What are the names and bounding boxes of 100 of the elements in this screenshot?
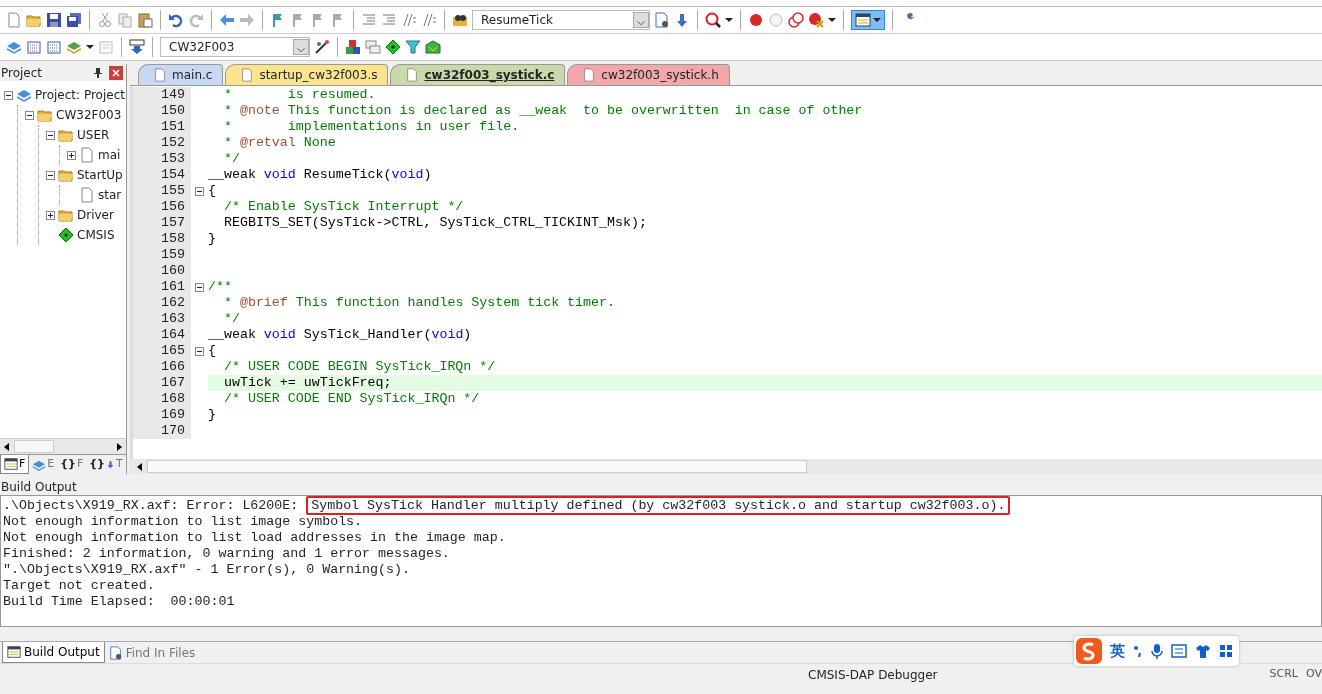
wand-icon[interactable]	[314, 39, 330, 55]
panel-tab[interactable]: E	[29, 455, 58, 474]
collapse-icon[interactable]	[4, 90, 13, 100]
code-line: REGBITS_SET(SysTick->CTRL, SysTick_CTRL_TICKINT_Msk);	[222, 215, 648, 231]
code-line: */	[222, 311, 241, 327]
panel-tab[interactable]: Find In Files	[104, 642, 200, 663]
line-number: 150	[133, 103, 191, 119]
output-line: Finished: 2 information, 0 warning and 1 error messages.	[3, 546, 451, 562]
file-tab[interactable]: startup_cw32f003.s	[225, 64, 389, 85]
code-line: {	[208, 183, 217, 199]
tree-item[interactable]: Project: Project	[35, 86, 125, 104]
line-number: 159	[133, 247, 191, 263]
keyboard-icon[interactable]	[1171, 644, 1187, 658]
code-line: /* Enable SysTick Interrupt */	[222, 199, 465, 215]
line-number: 152	[133, 135, 191, 151]
left-arrow-icon[interactable]	[219, 12, 235, 28]
collapse-icon[interactable]	[195, 282, 204, 292]
tree-item[interactable]: CW32F003	[56, 106, 122, 124]
panel-tab[interactable]: F	[0, 455, 30, 474]
diamond-icon	[58, 227, 74, 243]
disks-icon[interactable]	[66, 12, 82, 28]
line-number: 167	[133, 375, 191, 391]
line-number: 157	[133, 215, 191, 231]
funnel-icon[interactable]	[405, 39, 421, 55]
undo-icon[interactable]	[168, 12, 184, 28]
clipboard-icon[interactable]	[137, 12, 153, 28]
window-icon	[7, 645, 21, 659]
layers-icon[interactable]	[6, 39, 22, 55]
slashes-icon[interactable]	[401, 12, 417, 28]
line-number: 155	[133, 183, 191, 199]
window-icon	[4, 457, 18, 471]
window-layout-button[interactable]	[851, 10, 885, 30]
code-line: /* USER CODE BEGIN SysTick_IRQn */	[222, 359, 497, 375]
line-number: 154	[133, 167, 191, 183]
caret-icon	[873, 18, 881, 22]
circles-icon[interactable]	[788, 12, 804, 28]
code-line: * @brief This function handles System tick timer.	[222, 295, 616, 311]
panel-tab[interactable]: Build Output	[2, 642, 105, 663]
line-number: 163	[133, 311, 191, 327]
output-line: Not enough information to list load addresses in the image map.	[3, 530, 507, 546]
line-number: 164	[133, 327, 191, 343]
file-tab[interactable]: cw32f003_systick.c	[390, 64, 566, 85]
folder-icon	[37, 107, 53, 123]
package-icon[interactable]	[425, 39, 441, 55]
panel-title: Project	[1, 64, 44, 82]
line-number: 158	[133, 231, 191, 247]
collapse-icon[interactable]	[25, 110, 34, 120]
binoculars-icon[interactable]	[452, 12, 468, 28]
tree-item[interactable]: star	[98, 186, 122, 204]
line-number: 156	[133, 199, 191, 215]
cubes-icon[interactable]	[345, 39, 361, 55]
caret-icon[interactable]	[86, 45, 94, 49]
output-line: ".\Objects\X919_RX.axf" - 1 Error(s), 0 Warning(s).	[3, 562, 411, 578]
microphone-icon[interactable]	[1151, 643, 1163, 659]
collapse-icon[interactable]	[195, 186, 204, 196]
file-tab[interactable]: cw32f003_systick.h	[567, 64, 730, 85]
magnifier-icon[interactable]	[705, 12, 721, 28]
collapse-icon[interactable]	[46, 130, 55, 140]
line-number: 160	[133, 263, 191, 279]
collapse-icon[interactable]	[195, 346, 204, 356]
ime-mode[interactable]: 英	[1110, 639, 1125, 663]
output-line: Target not created.	[3, 578, 156, 594]
pin-icon[interactable]	[93, 67, 103, 78]
file-tab[interactable]: main.c	[138, 64, 224, 85]
load-icon[interactable]	[129, 39, 145, 55]
dot-cross-icon[interactable]	[808, 12, 824, 28]
close-icon[interactable]	[109, 65, 123, 80]
panel-tab[interactable]: {} T	[86, 455, 126, 474]
code-line: * @note This function is declared as __weak to be overwritten in case of other	[222, 103, 864, 119]
down-arrow-icon	[105, 460, 115, 469]
dot-icon[interactable]	[748, 12, 764, 28]
punctuation-icon[interactable]	[1133, 644, 1143, 658]
collapse-icon[interactable]	[46, 170, 55, 180]
tree-item[interactable]: Driver	[77, 206, 114, 224]
tree-item[interactable]: USER	[77, 126, 110, 144]
expand-icon[interactable]	[67, 150, 76, 160]
ime-logo-icon[interactable]	[1076, 638, 1102, 664]
code-line: * is resumed.	[222, 87, 377, 103]
caret-icon[interactable]	[725, 18, 733, 22]
down-arrow-icon[interactable]	[674, 12, 690, 28]
panel-tab[interactable]: {}F	[57, 455, 87, 474]
line-number: 169	[133, 407, 191, 423]
tree-item[interactable]: CMSIS	[77, 226, 115, 244]
caret-icon[interactable]	[828, 18, 836, 22]
find-combo[interactable]: ResumeTick	[472, 10, 650, 30]
line-number: 149	[133, 87, 191, 103]
diamond-icon[interactable]	[385, 39, 401, 55]
status-text: CMSIS-DAP Debugger	[808, 666, 939, 684]
tree-item[interactable]: StartUp	[77, 166, 123, 184]
document-icon	[79, 187, 95, 203]
slashes-icon[interactable]	[421, 12, 437, 28]
shirt-icon[interactable]	[1195, 644, 1211, 658]
grid-icon[interactable]	[1219, 644, 1233, 658]
document-icon[interactable]	[654, 12, 670, 28]
document-icon	[240, 68, 255, 82]
target-combo[interactable]: CW32F003	[160, 37, 310, 57]
tree-item[interactable]: mai	[98, 146, 121, 164]
line-number: 153	[133, 151, 191, 167]
expand-icon[interactable]	[46, 210, 55, 220]
window-icon	[855, 12, 871, 28]
